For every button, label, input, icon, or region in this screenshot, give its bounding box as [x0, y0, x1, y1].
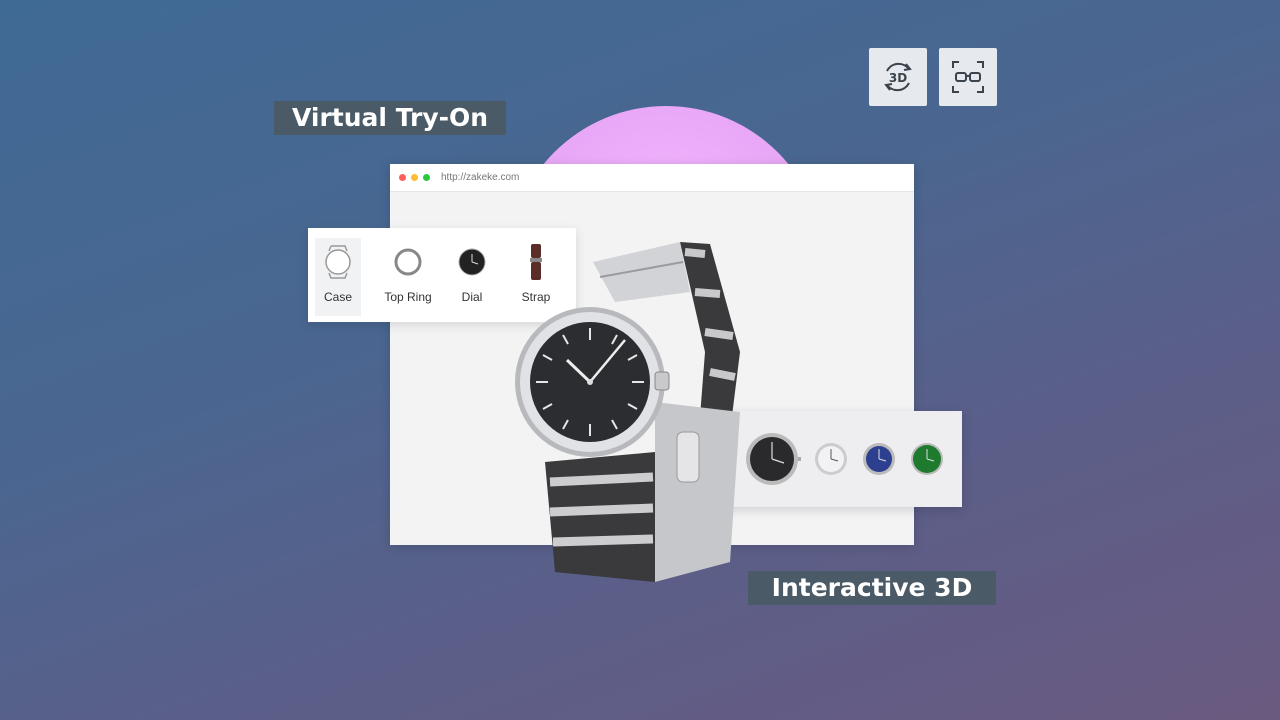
interactive-3d-label: Interactive 3D: [748, 571, 996, 605]
part-label: Top Ring: [384, 290, 432, 304]
dial-icon: [458, 248, 486, 276]
part-case[interactable]: Case: [315, 238, 361, 316]
rotate-3d-icon: 3D: [884, 62, 912, 92]
virtual-try-on-label: Virtual Try-On: [274, 101, 507, 135]
watch-3d-model[interactable]: [505, 232, 755, 597]
part-dial[interactable]: Dial: [440, 228, 504, 322]
part-top-ring[interactable]: Top Ring: [376, 228, 440, 322]
maximize-dot-icon[interactable]: [423, 174, 430, 181]
dial-option-white[interactable]: [814, 441, 850, 477]
minimize-dot-icon[interactable]: [411, 174, 418, 181]
close-dot-icon[interactable]: [399, 174, 406, 181]
part-label: Case: [323, 290, 352, 304]
browser-address-bar: http://zakeke.com: [390, 164, 914, 192]
dial-option-blue[interactable]: [862, 441, 898, 477]
part-label: Dial: [461, 290, 483, 304]
url-text[interactable]: http://zakeke.com: [441, 172, 519, 183]
ring-icon: [394, 248, 422, 276]
case-icon: [325, 245, 351, 279]
dial-color-options: [722, 411, 962, 507]
rotate-3d-button[interactable]: 3D: [869, 48, 927, 106]
ar-glasses-icon: [952, 61, 984, 93]
svg-text:3D: 3D: [889, 71, 907, 85]
dial-option-green[interactable]: [910, 441, 950, 477]
virtual-try-on-button[interactable]: [939, 48, 997, 106]
